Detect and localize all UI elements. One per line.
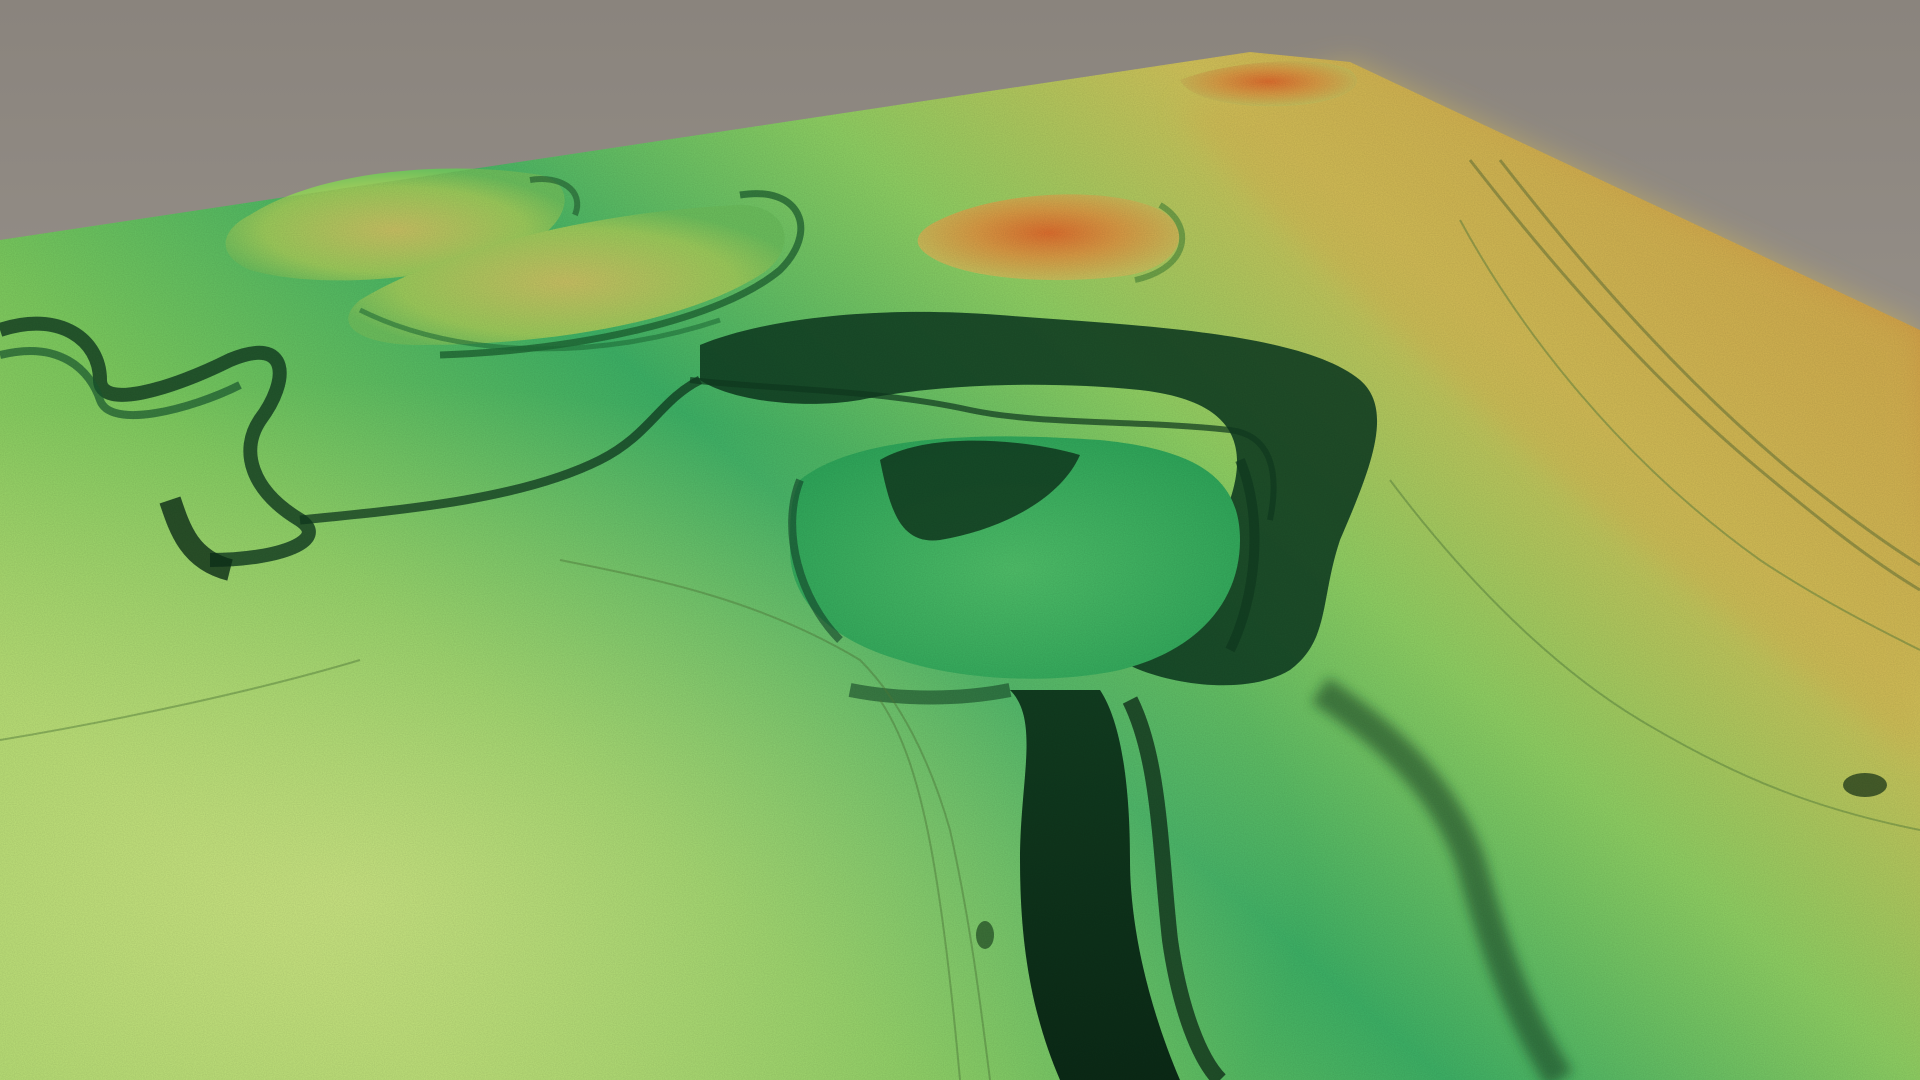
- terrain-viewport[interactable]: [0, 0, 1920, 1080]
- lidar-terrain-render[interactable]: [0, 0, 1920, 1080]
